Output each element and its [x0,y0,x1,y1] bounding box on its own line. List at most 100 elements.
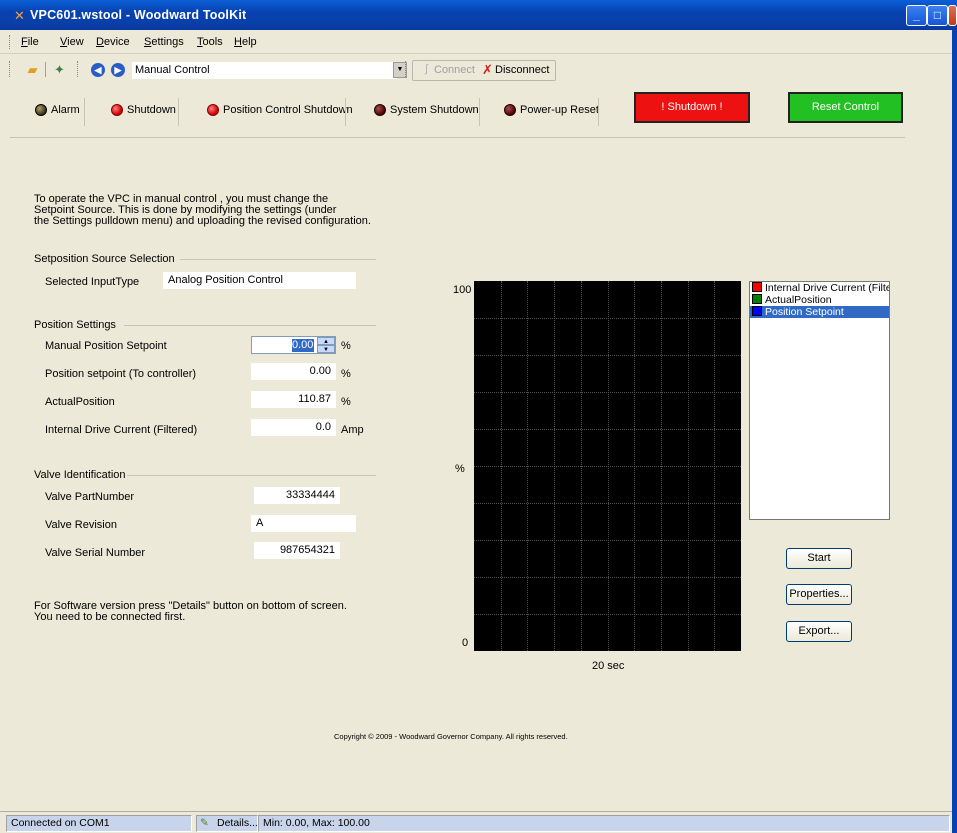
position-control-shutdown-led-icon [207,104,219,116]
trend-y-max-label: 100 [453,284,472,296]
close-button[interactable] [948,5,957,26]
toolbar-grip [77,61,80,77]
grid-line-horizontal [474,392,741,393]
actual-position-unit: % [341,396,351,408]
divider [178,98,179,126]
legend-swatch [752,282,762,292]
toolbar-grip [9,61,12,77]
menu-tools[interactable]: Tools [197,36,223,48]
connect-icon: ∫ [424,63,428,75]
back-icon[interactable]: ◀ [91,63,105,77]
grid-line-horizontal [474,503,741,504]
system-shutdown-label: System Shutdown [390,104,479,116]
min-max-readout: Min: 0.00, Max: 100.00 [258,815,950,832]
legend-label: Position Setpoint [765,306,844,318]
position-setpoint-controller-value: 0.00 [251,363,336,380]
menu-file[interactable]: File [21,36,39,48]
minimize-button[interactable]: _ [906,5,927,26]
shutdown-led-icon [111,104,123,116]
page-selector[interactable]: Manual Control [132,62,397,79]
window-right-border [952,30,957,833]
spin-up-icon[interactable]: ▲ [317,337,335,345]
copyright-text: Copyright © 2009 - Woodward Governor Com… [334,732,568,741]
internal-drive-current-value: 0.0 [251,419,336,436]
grid-line-horizontal [474,318,741,319]
legend-label: Internal Drive Current (Filtered) [765,282,889,294]
group-divider [127,475,376,476]
grid-line-horizontal [474,355,741,356]
spinner-arrows[interactable]: ▲ ▼ [317,337,335,353]
group-divider [180,259,376,260]
power-up-reset-led-icon [504,104,516,116]
manual-position-setpoint-input[interactable]: 0.00 ▲ ▼ [251,336,336,354]
open-folder-icon[interactable]: ▰ [24,62,41,77]
toolbar: ▰ ✦ ◀ ▶ Manual Control ▼ ∫ Connect ✗ Dis… [0,54,957,84]
grid-line-horizontal [474,540,741,541]
connect-button[interactable]: Connect [434,64,475,76]
maximize-button[interactable]: □ [927,5,948,26]
manual-position-setpoint-value[interactable]: 0.00 [292,339,314,352]
alarm-label: Alarm [51,104,80,116]
window-title: VPC601.wstool - Woodward ToolKit [30,8,247,22]
legend-item[interactable]: Position Setpoint [750,306,889,318]
menu-settings[interactable]: Settings [144,36,184,48]
trend-legend[interactable]: Internal Drive Current (Filtered)ActualP… [749,281,890,520]
trend-start-button[interactable]: Start [786,548,852,569]
grid-line-horizontal [474,466,741,467]
disconnect-button[interactable]: Disconnect [495,64,549,76]
header-divider [10,137,905,138]
valve-part-number-label: Valve PartNumber [45,491,135,503]
menu-device[interactable]: Device [96,36,130,48]
position-setpoint-unit: % [341,368,351,380]
reset-control-button[interactable]: Reset Control [788,92,903,123]
system-shutdown-led-icon [374,104,386,116]
status-bar: Connected on COM1 ✎ Details... Min: 0.00… [0,811,957,833]
legend-item[interactable]: ActualPosition [750,294,889,306]
title-bar: ✕ VPC601.wstool - Woodward ToolKit _ □ [0,0,957,30]
manual-position-setpoint-label: Manual Position Setpoint [45,340,167,352]
software-note-line-2: You need to be connected first. [34,611,186,623]
divider [598,98,599,126]
settings-wizard-icon[interactable]: ✦ [51,62,68,77]
trend-export-button[interactable]: Export... [786,621,852,642]
selected-input-type-label: Selected InputType [45,276,140,288]
menu-bar: File View Device Settings Tools Help [0,30,957,54]
toolkit-app-icon: ✕ [14,8,25,23]
details-label: Details... [217,817,258,829]
divider [479,98,480,126]
emergency-shutdown-button[interactable]: ! Shutdown ! [634,92,750,123]
source-selection-group-label: Setposition Source Selection [34,253,175,265]
forward-icon[interactable]: ▶ [111,63,125,77]
divider [84,98,85,126]
power-up-reset-label: Power-up Reset [520,104,599,116]
trend-chart-plot[interactable] [474,281,741,651]
valve-serial-number-label: Valve Serial Number [45,547,146,559]
spin-down-icon[interactable]: ▼ [317,345,335,353]
details-button[interactable]: ✎ Details... [196,815,258,832]
status-indicator-row: Alarm Shutdown Position Control Shutdown… [10,92,910,132]
alarm-led-icon [35,104,47,116]
legend-label: ActualPosition [765,294,832,306]
manual-setpoint-unit: % [341,340,351,352]
legend-item[interactable]: Internal Drive Current (Filtered) [750,282,889,294]
toolbar-grip [405,61,408,77]
disconnect-icon: ✗ [482,62,493,77]
selected-input-type-field: Analog Position Control [163,272,356,289]
toolbar-separator [45,62,46,77]
trend-y-min-label: 0 [462,637,469,649]
intro-line-3: the Settings pulldown menu) and uploadin… [34,215,371,227]
trend-y-unit-label: % [455,463,465,475]
divider [345,98,346,126]
trend-properties-button[interactable]: Properties... [786,584,852,605]
legend-swatch [752,306,762,316]
trend-x-span-label: 20 sec [592,660,625,672]
details-icon: ✎ [200,817,209,829]
shutdown-label: Shutdown [127,104,176,116]
menu-view[interactable]: View [60,36,84,48]
valve-revision-value: A [251,515,356,532]
valve-identification-group-label: Valve Identification [34,469,126,481]
internal-drive-current-unit: Amp [341,424,364,436]
connection-status: Connected on COM1 [6,815,192,832]
menu-help[interactable]: Help [234,36,257,48]
position-control-shutdown-label: Position Control Shutdown [223,104,353,116]
